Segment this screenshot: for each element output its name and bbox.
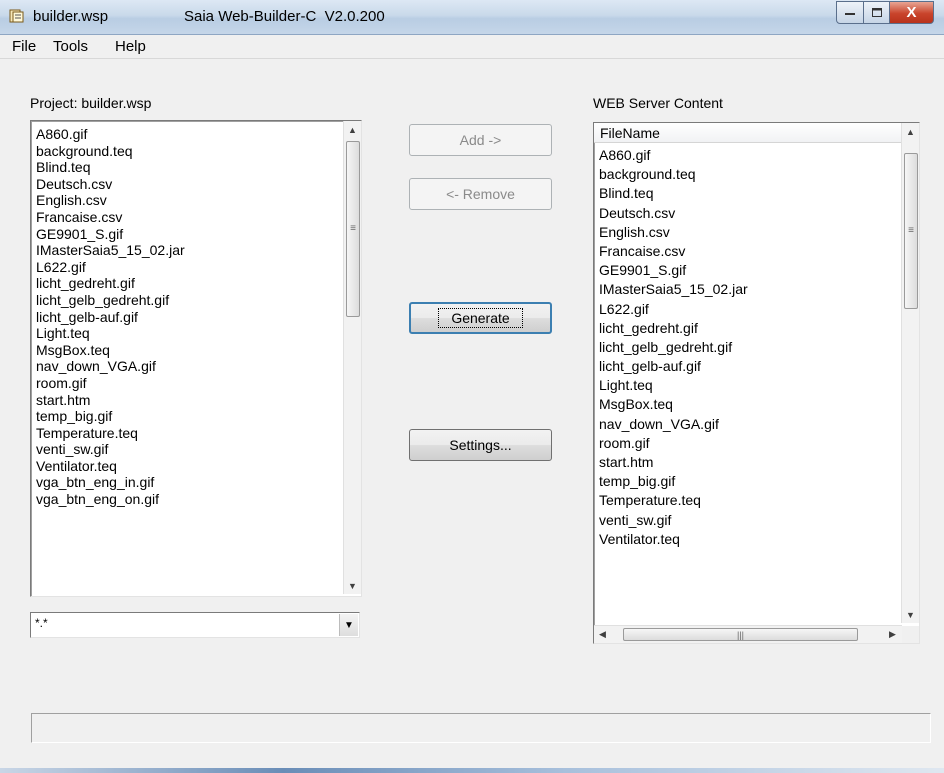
list-item[interactable]: Light.teq	[31, 325, 361, 342]
list-item[interactable]: Temperature.teq	[594, 491, 902, 510]
list-item[interactable]: Light.teq	[594, 376, 902, 395]
status-bar	[31, 713, 931, 743]
menu-file[interactable]: File	[12, 38, 36, 55]
list-item[interactable]: temp_big.gif	[31, 408, 361, 425]
list-item[interactable]: licht_gedreht.gif	[31, 275, 361, 292]
list-item[interactable]: IMasterSaia5_15_02.jar	[594, 280, 902, 299]
remove-button[interactable]: <- Remove	[409, 178, 552, 210]
minimize-icon	[845, 12, 855, 15]
add-button-label: Add ->	[459, 132, 502, 148]
scroll-thumb[interactable]: ≡	[346, 141, 360, 317]
list-item[interactable]: background.teq	[594, 165, 902, 184]
app-icon	[9, 9, 24, 23]
close-icon: X	[906, 4, 917, 21]
grip-icon: ≡	[350, 223, 356, 234]
list-item[interactable]: L622.gif	[31, 259, 361, 276]
scroll-right-icon[interactable]: ▶	[884, 626, 901, 643]
file-filter-value: *.*	[35, 616, 48, 630]
list-item[interactable]: Deutsch.csv	[594, 204, 902, 223]
list-item[interactable]: Francaise.csv	[594, 242, 902, 261]
remove-button-label: <- Remove	[446, 186, 515, 202]
list-item[interactable]: start.htm	[594, 453, 902, 472]
generate-button[interactable]: Generate	[409, 302, 552, 334]
window-title: builder.wsp	[33, 8, 109, 25]
list-item[interactable]: temp_big.gif	[594, 472, 902, 491]
window-bottom-edge	[0, 768, 944, 773]
scroll-corner	[902, 626, 919, 643]
list-item[interactable]: venti_sw.gif	[594, 511, 902, 530]
list-item[interactable]: Blind.teq	[594, 184, 902, 203]
list-item[interactable]: Francaise.csv	[31, 209, 361, 226]
settings-button-label: Settings...	[449, 437, 512, 453]
list-item[interactable]: IMasterSaia5_15_02.jar	[31, 242, 361, 259]
project-file-list[interactable]: A860.gif background.teq Blind.teq Deutsc…	[30, 120, 362, 597]
list-item[interactable]: MsgBox.teq	[594, 395, 902, 414]
list-item[interactable]: room.gif	[31, 375, 361, 392]
window-controls: X	[836, 1, 934, 24]
server-list-vscrollbar[interactable]: ▲ ≡ ▼	[901, 123, 919, 623]
close-button[interactable]: X	[890, 1, 934, 24]
list-item[interactable]: licht_gedreht.gif	[594, 319, 902, 338]
list-item[interactable]: room.gif	[594, 434, 902, 453]
title-bar: builder.wsp Saia Web-Builder-C V2.0.200 …	[0, 0, 944, 35]
list-item[interactable]: vga_btn_eng_on.gif	[31, 491, 361, 508]
list-item[interactable]: start.htm	[31, 392, 361, 409]
list-item[interactable]: Deutsch.csv	[31, 176, 361, 193]
minimize-button[interactable]	[836, 1, 864, 24]
menu-tools[interactable]: Tools	[53, 38, 88, 55]
scroll-left-icon[interactable]: ◀	[594, 626, 611, 643]
scroll-up-icon[interactable]: ▲	[902, 123, 919, 140]
list-item[interactable]: MsgBox.teq	[31, 342, 361, 359]
project-label: Project: builder.wsp	[30, 95, 152, 111]
settings-button[interactable]: Settings...	[409, 429, 552, 461]
list-item[interactable]: licht_gelb_gedreht.gif	[31, 292, 361, 309]
server-list-hscrollbar[interactable]: ◀ ||| ▶	[594, 625, 902, 643]
maximize-button[interactable]	[864, 1, 890, 24]
chevron-down-icon[interactable]: ▼	[339, 614, 358, 636]
list-item[interactable]: GE9901_S.gif	[31, 226, 361, 243]
file-filter-select[interactable]: *.* ▼	[30, 612, 360, 638]
scroll-thumb[interactable]: ≡	[904, 153, 918, 309]
list-item[interactable]: nav_down_VGA.gif	[594, 415, 902, 434]
list-item[interactable]: English.csv	[31, 192, 361, 209]
list-item[interactable]: English.csv	[594, 223, 902, 242]
list-item[interactable]: licht_gelb_gedreht.gif	[594, 338, 902, 357]
server-file-list[interactable]: FileName A860.gif background.teq Blind.t…	[593, 122, 920, 644]
list-item[interactable]: A860.gif	[594, 146, 902, 165]
list-item[interactable]: background.teq	[31, 143, 361, 160]
scroll-up-icon[interactable]: ▲	[344, 121, 361, 138]
grip-icon: ≡	[908, 225, 914, 236]
scroll-thumb[interactable]: |||	[623, 628, 858, 641]
list-item[interactable]: Ventilator.teq	[31, 458, 361, 475]
list-item[interactable]: A860.gif	[31, 126, 361, 143]
list-item[interactable]: licht_gelb-auf.gif	[594, 357, 902, 376]
list-item[interactable]: vga_btn_eng_in.gif	[31, 474, 361, 491]
column-header-filename[interactable]: FileName	[594, 123, 902, 143]
add-button[interactable]: Add ->	[409, 124, 552, 156]
maximize-icon	[871, 8, 882, 17]
list-item[interactable]: L622.gif	[594, 300, 902, 319]
list-item[interactable]: licht_gelb-auf.gif	[31, 309, 361, 326]
list-item[interactable]: Temperature.teq	[31, 425, 361, 442]
list-item[interactable]: nav_down_VGA.gif	[31, 358, 361, 375]
list-item[interactable]: Ventilator.teq	[594, 530, 902, 549]
list-item[interactable]: venti_sw.gif	[31, 441, 361, 458]
scroll-down-icon[interactable]: ▼	[344, 577, 361, 594]
list-item[interactable]: Blind.teq	[31, 159, 361, 176]
list-item[interactable]: GE9901_S.gif	[594, 261, 902, 280]
menu-bar: File Tools Help	[0, 35, 944, 59]
project-list-scrollbar[interactable]: ▲ ≡ ▼	[343, 121, 361, 594]
scroll-down-icon[interactable]: ▼	[902, 606, 919, 623]
app-name: Saia Web-Builder-C V2.0.200	[184, 8, 385, 25]
menu-help[interactable]: Help	[115, 38, 146, 55]
grip-icon: |||	[736, 629, 744, 640]
server-content-label: WEB Server Content	[593, 95, 723, 111]
generate-button-label: Generate	[438, 308, 523, 328]
